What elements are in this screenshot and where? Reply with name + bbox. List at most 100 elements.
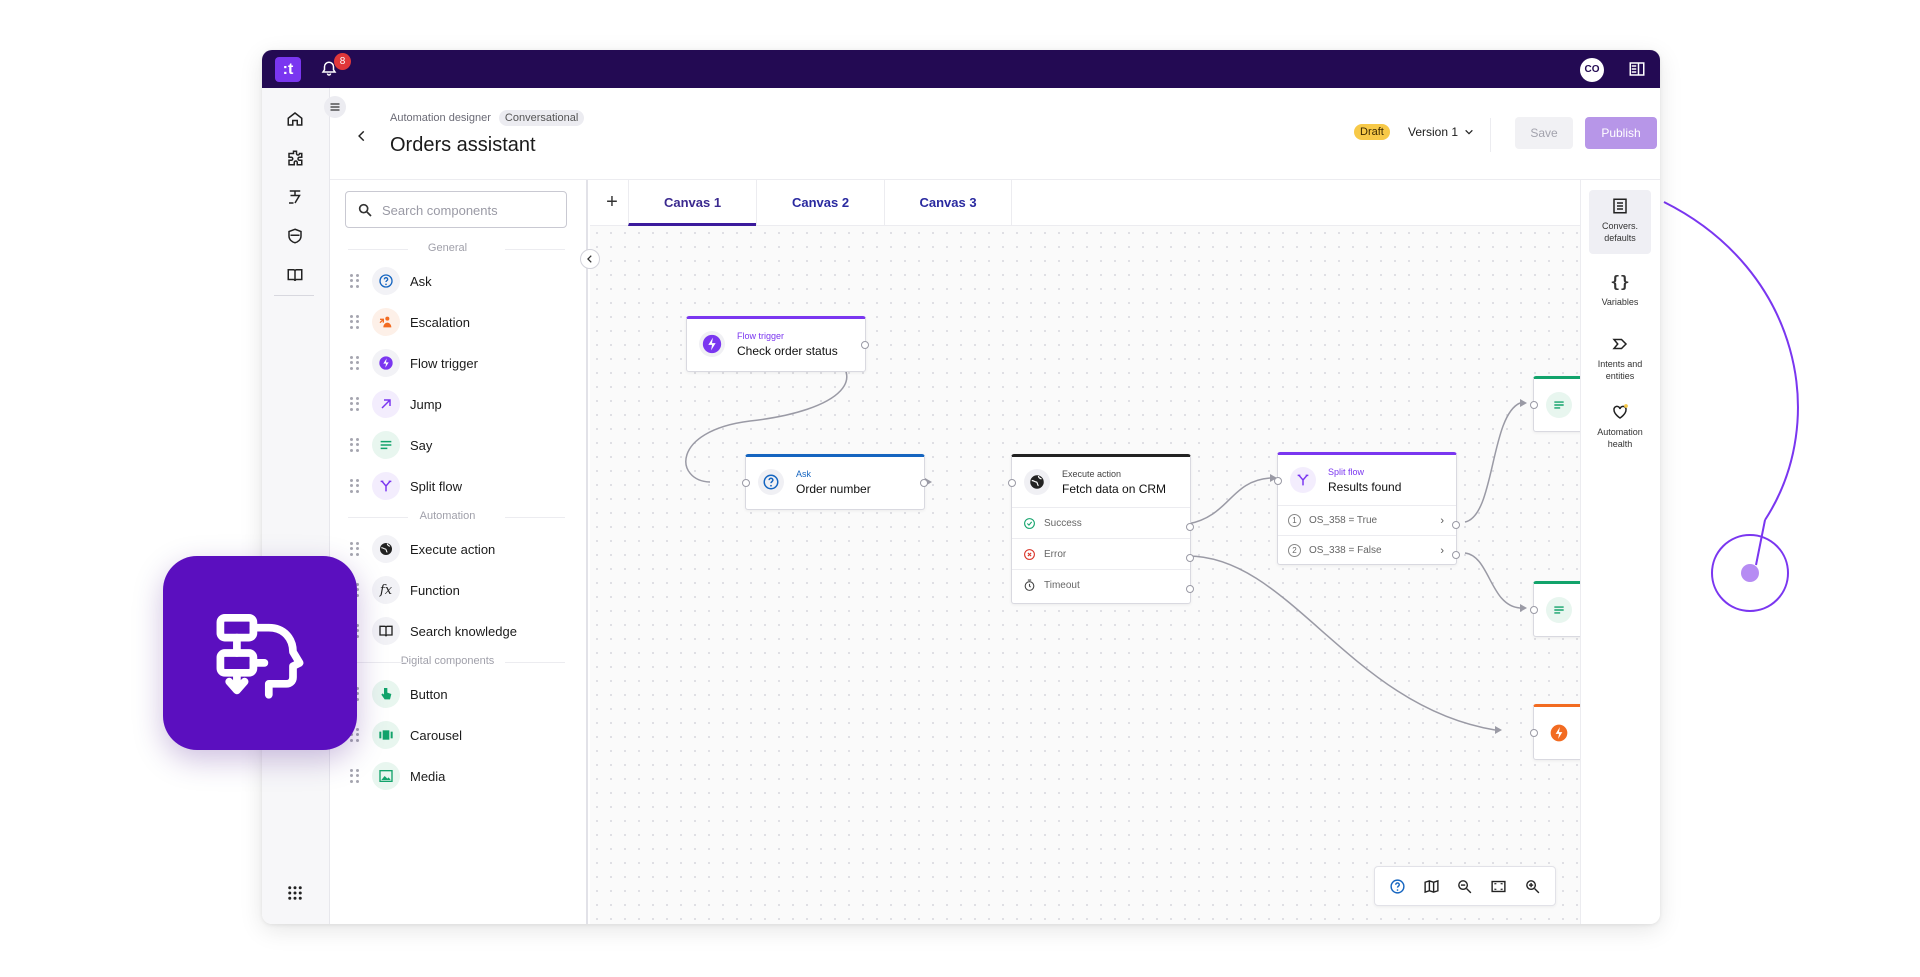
component-split-flow[interactable]: Split flow <box>350 469 560 503</box>
braces-icon: {} <box>1610 272 1630 291</box>
section-label-general: General <box>330 242 565 254</box>
book-icon <box>372 617 400 645</box>
drag-handle-icon[interactable] <box>350 274 360 288</box>
output-port-error[interactable] <box>1186 554 1194 562</box>
automation-icon[interactable] <box>282 184 308 210</box>
user-avatar[interactable]: CO <box>1580 58 1604 82</box>
input-port[interactable] <box>742 479 750 487</box>
panel-item-automation-health[interactable]: Automation health <box>1589 396 1651 452</box>
tab-canvas-2[interactable]: Canvas 2 <box>756 180 884 226</box>
node-split-flow[interactable]: Split flow Results found 1 OS_358 = True… <box>1274 452 1460 565</box>
tab-canvas-1[interactable]: Canvas 1 <box>628 180 756 226</box>
help-icon[interactable] <box>1387 875 1409 897</box>
input-port[interactable] <box>1530 729 1538 737</box>
node-execute-action[interactable]: Execute action Fetch data on CRM Success… <box>1008 454 1194 604</box>
output-port-1[interactable] <box>1452 521 1460 529</box>
drag-handle-icon[interactable] <box>350 542 360 556</box>
breadcrumb-text[interactable]: Automation designer <box>390 112 491 124</box>
zoom-in-icon[interactable] <box>1521 875 1543 897</box>
panel-item-intents[interactable]: Intents and entities <box>1589 328 1651 384</box>
component-carousel[interactable]: Carousel <box>350 718 560 752</box>
outcome-timeout[interactable]: Timeout <box>1012 569 1190 600</box>
shield-icon[interactable] <box>282 223 308 249</box>
drag-handle-icon[interactable] <box>350 479 360 493</box>
component-ask[interactable]: Ask <box>350 264 560 298</box>
drag-handle-icon[interactable] <box>350 356 360 370</box>
product-logo-badge <box>163 556 357 750</box>
search-field[interactable] <box>345 191 567 228</box>
flow-canvas[interactable]: Flow trigger Check order status Ask Orde… <box>590 226 1580 924</box>
map-icon[interactable] <box>1420 875 1442 897</box>
fit-screen-icon[interactable] <box>1488 875 1510 897</box>
output-port-timeout[interactable] <box>1186 585 1194 593</box>
header-divider <box>1490 118 1491 152</box>
output-port-2[interactable] <box>1452 551 1460 559</box>
book-icon[interactable] <box>282 262 308 288</box>
search-input[interactable] <box>382 198 562 222</box>
breadcrumb: Automation designer Conversational <box>390 110 585 126</box>
input-port[interactable] <box>1530 606 1538 614</box>
output-port-success[interactable] <box>1186 523 1194 531</box>
component-label: Say <box>410 437 433 453</box>
app-logo[interactable]: :t <box>275 57 301 82</box>
tab-canvas-3[interactable]: Canvas 3 <box>884 180 1012 226</box>
save-button[interactable]: Save <box>1515 117 1573 149</box>
drag-handle-icon[interactable] <box>350 315 360 329</box>
output-port[interactable] <box>861 341 869 349</box>
drag-handle-icon[interactable] <box>350 438 360 452</box>
node-title: Check order status <box>737 343 838 358</box>
collapse-panel-button[interactable] <box>580 249 600 269</box>
input-port[interactable] <box>1274 477 1282 485</box>
question-icon <box>758 469 784 495</box>
publish-button[interactable]: Publish <box>1585 117 1657 149</box>
panel-item-convers-defaults[interactable]: Convers. defaults <box>1589 190 1651 254</box>
component-jump[interactable]: Jump <box>350 387 560 421</box>
component-search-knowledge[interactable]: Search knowledge <box>350 614 560 648</box>
component-media[interactable]: Media <box>350 759 560 793</box>
component-label: Flow trigger <box>410 355 478 371</box>
menu-icon[interactable] <box>324 96 346 118</box>
component-escalation[interactable]: Escalation <box>350 305 560 339</box>
chevron-down-icon <box>1465 129 1473 135</box>
component-label: Jump <box>410 396 442 412</box>
node-say-1[interactable] <box>1530 376 1580 432</box>
panel-toggle-icon[interactable] <box>1628 60 1646 78</box>
puzzle-icon[interactable] <box>282 145 308 171</box>
node-ask[interactable]: Ask Order number <box>742 454 928 510</box>
component-flow-trigger[interactable]: Flow trigger <box>350 346 560 380</box>
node-say-2[interactable] <box>1530 581 1580 637</box>
section-label-digital: Digital components <box>330 655 565 667</box>
input-port[interactable] <box>1530 401 1538 409</box>
outcome-success[interactable]: Success <box>1012 507 1190 538</box>
canvas-tabs: + Canvas 1 Canvas 2 Canvas 3 <box>590 180 1580 226</box>
back-arrow-icon[interactable] <box>352 126 372 146</box>
app-window: :t 8 CO Automation designer Conversation… <box>262 50 1660 924</box>
component-function[interactable]: fx Function <box>350 573 560 607</box>
node-flow-trigger[interactable]: Flow trigger Check order status <box>686 316 869 372</box>
panel-item-label: Convers. defaults <box>1601 221 1638 243</box>
output-port[interactable] <box>920 479 928 487</box>
split-condition-2[interactable]: 2 OS_338 = False › <box>1278 535 1456 565</box>
component-execute-action[interactable]: Execute action <box>350 532 560 566</box>
component-button[interactable]: Button <box>350 677 560 711</box>
component-label: Escalation <box>410 314 470 330</box>
node-title: Fetch data on CRM <box>1062 481 1167 496</box>
apps-grid-icon[interactable] <box>282 880 308 906</box>
lightning-icon <box>699 331 725 357</box>
drag-handle-icon[interactable] <box>350 769 360 783</box>
split-condition-1[interactable]: 1 OS_358 = True › <box>1278 505 1456 535</box>
text-lines-icon <box>1546 392 1572 418</box>
drag-handle-icon[interactable] <box>350 397 360 411</box>
zoom-out-icon[interactable] <box>1454 875 1476 897</box>
version-select[interactable]: Version 1 <box>1408 125 1474 139</box>
component-say[interactable]: Say <box>350 428 560 462</box>
outcome-error[interactable]: Error <box>1012 538 1190 569</box>
add-canvas-button[interactable]: + <box>600 190 624 214</box>
component-label: Search knowledge <box>410 623 517 639</box>
home-icon[interactable] <box>282 106 308 132</box>
node-escalation[interactable] <box>1530 704 1580 760</box>
input-port[interactable] <box>1008 479 1016 487</box>
panel-item-variables[interactable]: {} Variables <box>1589 266 1651 316</box>
node-type-label: Execute action <box>1062 468 1122 479</box>
component-label: Button <box>410 686 448 702</box>
